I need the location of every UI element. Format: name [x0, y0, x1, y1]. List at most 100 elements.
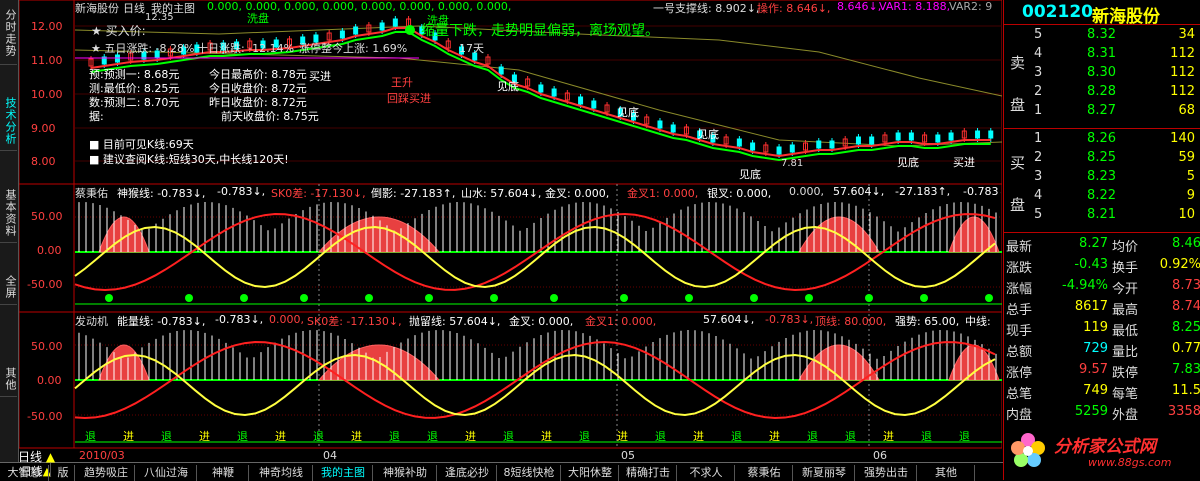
low-price-label: 7.81	[781, 158, 804, 169]
candle	[392, 18, 398, 27]
bids-price: 8.21	[1087, 207, 1116, 222]
header-price-top: 12.35	[145, 12, 174, 23]
tab-other[interactable]: 其他	[0, 362, 17, 397]
asks-row: 4 8.31 112	[1004, 46, 1200, 65]
signal-mark: 退	[313, 430, 324, 443]
formula-tab[interactable]: 大阳休整	[562, 465, 619, 481]
annot-bottom: 见底	[897, 156, 919, 169]
formula-tab[interactable]: 其他	[918, 465, 975, 481]
stat-label: 内盘	[1006, 408, 1033, 423]
formula-tab[interactable]: 新夏丽琴	[794, 465, 855, 481]
green-dot	[185, 294, 193, 302]
annot-xipan: 洗盘	[247, 12, 269, 25]
ask-list: 5 8.32 34 4 8.31 112 3 8.30 112 2 8.28 112 1 8.27 68	[1004, 26, 1200, 126]
bids-level: 1	[1034, 131, 1043, 146]
sub1-line: 0.000,	[789, 185, 824, 198]
sub1-line: 神猴线: -0.783↓,	[117, 187, 206, 198]
formula-tab-active[interactable]: 我的主图	[314, 465, 373, 481]
stat-row: 现手 119 最低 8.25	[1004, 320, 1200, 339]
signal-mark: 进	[275, 430, 286, 443]
stat-value: 11.5	[1172, 383, 1200, 398]
star-icon: ★	[91, 42, 105, 55]
watermark: 分析家公式网 www.88gs.com	[1004, 424, 1200, 480]
y-tick: 9.00	[31, 122, 56, 135]
tab-intraday[interactable]: 分时走势	[0, 2, 17, 65]
sub2-header: 发动机 能量线: -0.783↓, -0.783↓, 0.000, SK0差: …	[75, 313, 1001, 326]
bids-price: 8.26	[1087, 131, 1116, 146]
chart-area[interactable]: 新海股份 日线 我的主图 0.000, 0.000, 0.000, 0.000,…	[18, 0, 1003, 462]
forecast-box: 预:预测一: 8.68元 今日最高价: 8.78元 测:最低价: 8.25元 今…	[81, 66, 341, 132]
watermark-url: www.88gs.com	[1088, 456, 1172, 469]
asks-volume: 68	[1178, 103, 1195, 118]
formula-tab[interactable]: 八仙过海	[136, 465, 197, 481]
asks-row: 2 8.28 112	[1004, 84, 1200, 103]
stat-value: 0.77	[1172, 341, 1200, 356]
header-var2: VAR2: 9	[949, 0, 993, 13]
sub2-line: 抛留线: 57.604↓,	[409, 315, 501, 326]
candle	[789, 144, 795, 153]
green-dot	[365, 294, 373, 302]
bids-volume: 5	[1186, 169, 1195, 184]
candle	[578, 96, 584, 105]
version-tab[interactable]: 版	[52, 465, 75, 481]
candle	[736, 138, 742, 147]
sub1-line: 山水: 57.604↓,	[461, 187, 542, 198]
stat-row: 涨停 9.57 跌停 7.83	[1004, 362, 1200, 381]
stat-value: 7.83	[1172, 362, 1200, 377]
stats-table: 最新 8.27 均价 8.46 涨跌 -0.43 换手 0.92% 涨幅 -4.94% 今开 8.73…	[1004, 234, 1200, 424]
tab-technical[interactable]: 技术分析	[0, 92, 17, 151]
sub1-line: 倒影: -27.183↑,	[371, 187, 456, 198]
date-label: 06	[873, 449, 887, 462]
asks-level: 1	[1034, 103, 1043, 118]
formula-tab[interactable]: 趋势吸庄	[78, 465, 135, 481]
formula-tab[interactable]: 不求人	[678, 465, 735, 481]
stat-label: 均价	[1112, 240, 1139, 255]
candle	[353, 26, 359, 35]
green-dot	[750, 294, 758, 302]
candle	[670, 124, 676, 133]
date-label: 05	[621, 449, 635, 462]
stat-label: 总手	[1006, 303, 1033, 318]
stat-row: 涨跌 -0.43 换手 0.92%	[1004, 257, 1200, 276]
stat-label: 涨幅	[1006, 282, 1033, 297]
signal-mark: 进	[199, 430, 210, 443]
y-tick: 50.00	[31, 340, 63, 353]
candle	[855, 136, 861, 145]
bids-row: 3 8.23 5	[1004, 169, 1200, 188]
y-tick: -50.00	[27, 278, 63, 291]
y-tick: 0.00	[37, 374, 62, 387]
formula-tab[interactable]: 神猴补助	[374, 465, 437, 481]
stat-value: 729	[1083, 341, 1108, 356]
period-indicator[interactable]: 日线 ▲	[18, 448, 78, 464]
formula-tab[interactable]: 精确打击	[620, 465, 677, 481]
sub1-line: 银叉: 0.000,	[707, 187, 772, 198]
y-tick: 10.00	[31, 88, 63, 101]
formula-tab[interactable]: 8短线快枪	[498, 465, 561, 481]
annot-bottom: 见底	[617, 106, 639, 119]
sub1-line: -27.183↑,	[895, 185, 951, 198]
five-day-change: ★ 五日涨跌: -8.28%	[91, 42, 195, 55]
asks-volume: 112	[1170, 46, 1195, 61]
formula-tab[interactable]: 蔡秉佑	[736, 465, 793, 481]
bids-volume: 140	[1170, 131, 1195, 146]
candle	[935, 134, 941, 143]
stat-label: 最高	[1112, 303, 1139, 318]
tab-fullscreen[interactable]: 全屏	[0, 270, 17, 305]
stat-value: 8.27	[1079, 236, 1108, 251]
sub2-line: 中线:	[965, 315, 991, 326]
sub1-line: 57.604↓,	[833, 185, 885, 198]
formula-tab[interactable]: 逢底必抄	[438, 465, 497, 481]
tab-fundamentals[interactable]: 基本资料	[0, 184, 17, 243]
stat-label: 外盘	[1112, 408, 1139, 423]
stat-label: 量比	[1112, 345, 1139, 360]
divider	[1004, 128, 1200, 129]
stat-row: 内盘 5259 外盘 3358	[1004, 404, 1200, 423]
formula-tab[interactable]: 强势出击	[856, 465, 917, 481]
green-dot	[620, 294, 628, 302]
signal-row: 退进退进退进退进退退进退进退进退进退进退退进退退	[75, 428, 1001, 443]
formula-tab[interactable]: 神鞭	[198, 465, 249, 481]
green-dot	[985, 294, 993, 302]
candle	[869, 136, 875, 145]
formula-tab[interactable]: 神奇均线	[250, 465, 313, 481]
asks-row: 3 8.30 112	[1004, 65, 1200, 84]
